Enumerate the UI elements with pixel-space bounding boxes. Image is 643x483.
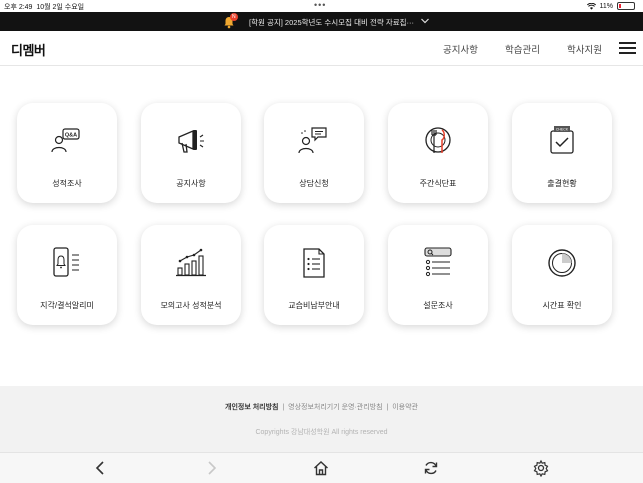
battery-percent: 11% [599, 2, 614, 10]
nav-notice[interactable]: 공지사항 [443, 42, 478, 56]
tile-label: 주간식단표 [419, 179, 457, 188]
logo[interactable]: 디멤버 [11, 40, 46, 59]
svg-text:Q&A: Q&A [65, 133, 77, 139]
tile-grade-survey[interactable]: Q&A 성적조사 [17, 103, 117, 203]
document-list-icon [303, 248, 325, 278]
chevron-down-icon[interactable] [420, 16, 430, 26]
tile-consult[interactable]: 상담신청 [264, 103, 364, 203]
footer-divider: | [280, 404, 287, 411]
status-date: 10월 2일 수요일 [36, 4, 85, 11]
status-time-date: 오후 2:49 10월 2일 수요일 [4, 2, 84, 12]
forward-arrow-icon[interactable] [202, 459, 220, 477]
bar-chart-icon [176, 248, 206, 277]
footer-divider: | [384, 404, 391, 411]
nav-academic[interactable]: 학사지원 [567, 42, 602, 56]
multitask-dots[interactable]: ••• [314, 0, 326, 10]
tile-label: 성적조사 [52, 179, 82, 188]
copyright: Copyrights 강남대성학원 All rights reserved [255, 429, 388, 436]
status-right: 11% [586, 2, 635, 10]
tile-survey[interactable]: 설문조사 [388, 225, 488, 325]
tile-label: 교습비납부안내 [288, 301, 340, 310]
tile-label: 상담신청 [299, 179, 329, 188]
tile-label: 공지사항 [176, 179, 206, 188]
cctv-policy-link[interactable]: 영상정보처리기기 운영·관리방침 [288, 404, 382, 411]
nav-learning[interactable]: 학습관리 [505, 42, 540, 56]
settings-gear-icon[interactable] [532, 459, 550, 477]
notice-text[interactable]: [학원 공지] 2025학년도 수시모집 대비 전략 자료집··· [249, 17, 414, 28]
battery-icon [617, 2, 635, 10]
tile-weekly-meal[interactable]: 주간식단표 [388, 103, 488, 203]
hamburger-menu-icon[interactable] [619, 42, 636, 55]
site-footer: 개인정보 처리방침 | 영상정보처리기기 운영·관리방침 | 이용약관 Copy… [0, 386, 643, 452]
svg-text:CHECK: CHECK [556, 128, 569, 132]
phone-bell-icon [53, 247, 79, 277]
tile-late-absence-alert[interactable]: 지각/결석알리미 [17, 225, 117, 325]
tile-label: 모의고사 성적분석 [160, 301, 222, 310]
privacy-policy-link[interactable]: 개인정보 처리방침 [225, 404, 278, 411]
terms-link[interactable]: 이용약관 [392, 404, 418, 411]
tile-label: 설문조사 [423, 301, 453, 310]
tile-label: 지각/결석알리미 [40, 301, 94, 310]
survey-list-icon [424, 247, 452, 277]
tile-attendance[interactable]: CHECK 출결현황 [512, 103, 612, 203]
notice-bar[interactable]: N [학원 공지] 2025학년도 수시모집 대비 전략 자료집··· [0, 12, 643, 31]
chat-person-icon [298, 127, 327, 154]
status-bar: 오후 2:49 10월 2일 수요일 ••• 11% [0, 0, 643, 12]
status-time: 오후 2:49 [4, 4, 33, 11]
tile-timetable[interactable]: 시간표 확인 [512, 225, 612, 325]
notice-badge: N [230, 13, 238, 21]
home-icon[interactable] [312, 459, 330, 477]
site-header: 디멤버 공지사항 학습관리 학사지원 [0, 31, 643, 66]
wifi-icon [586, 2, 596, 10]
tile-notice[interactable]: 공지사항 [141, 103, 241, 203]
meal-plate-icon [425, 127, 451, 153]
megaphone-icon [178, 130, 204, 153]
tile-label: 시간표 확인 [542, 301, 582, 310]
check-clipboard-icon: CHECK [550, 126, 574, 154]
tile-mock-exam-analysis[interactable]: 모의고사 성적분석 [141, 225, 241, 325]
clock-circle-icon [548, 249, 576, 277]
back-arrow-icon[interactable] [92, 459, 110, 477]
tile-tuition-payment[interactable]: 교습비납부안내 [264, 225, 364, 325]
qna-person-icon: Q&A [51, 128, 80, 153]
browser-toolbar [0, 452, 643, 483]
refresh-icon[interactable] [422, 459, 440, 477]
tile-label: 출결현황 [547, 179, 577, 188]
footer-links: 개인정보 처리방침 | 영상정보처리기기 운영·관리방침 | 이용약관 [0, 402, 643, 412]
